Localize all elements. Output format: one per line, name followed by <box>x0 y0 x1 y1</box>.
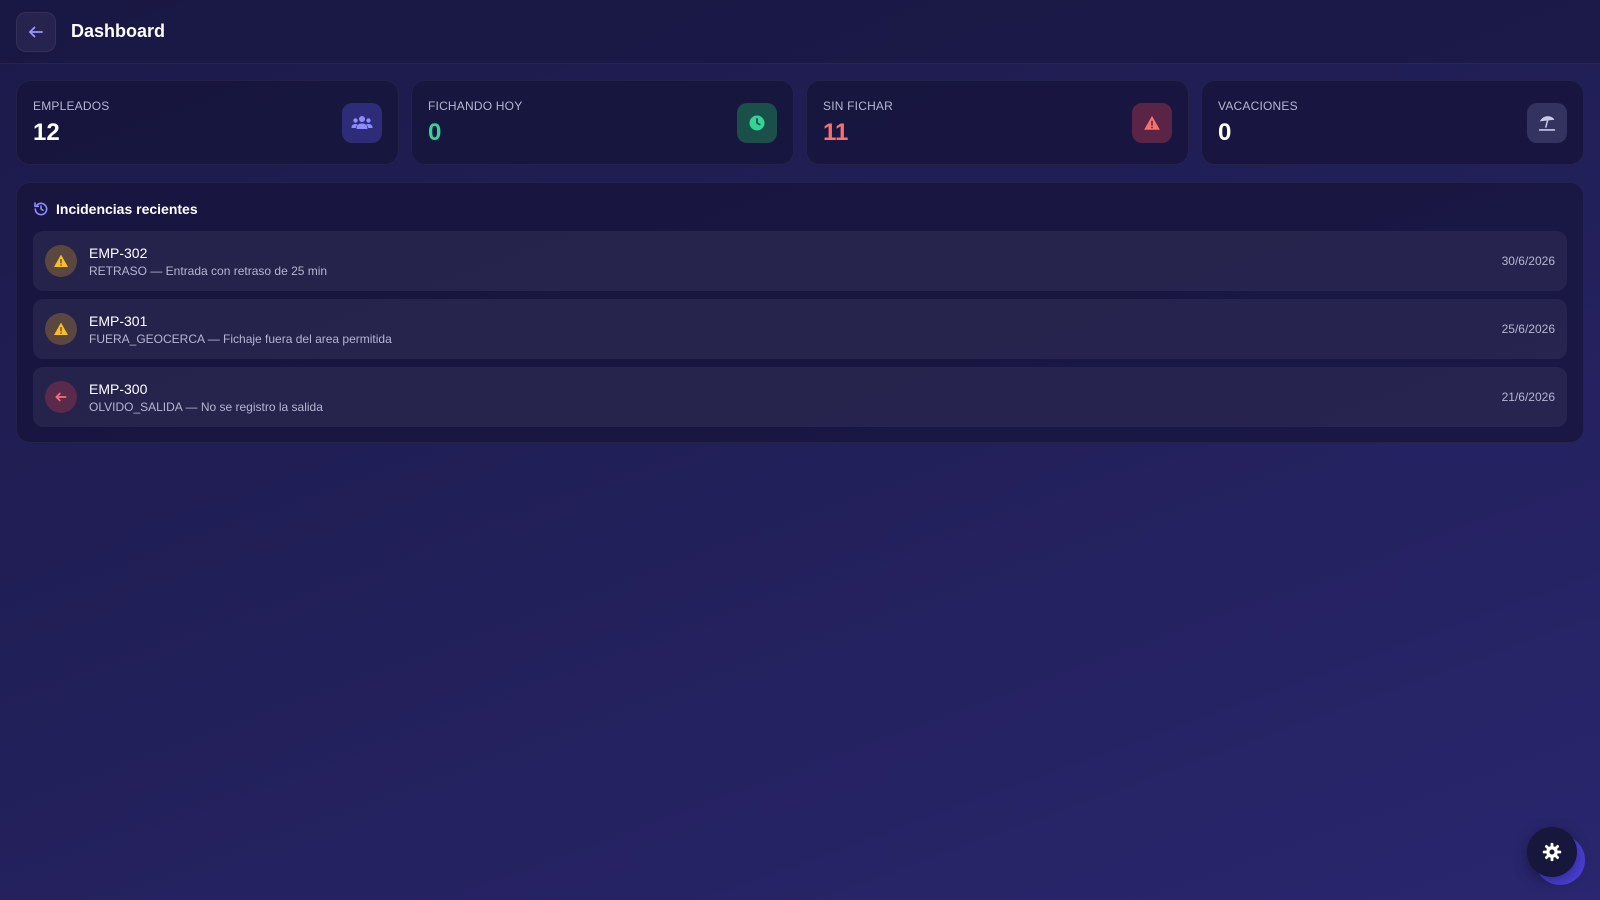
arrow-left-icon <box>45 381 77 413</box>
panel-title: Incidencias recientes <box>56 201 198 217</box>
stats-row: EMPLEADOS 12 FICHANDO HOY 0 SIN FICHAR 1… <box>16 80 1584 165</box>
settings-fab-container <box>1527 827 1587 887</box>
stat-label: VACACIONES <box>1218 99 1298 113</box>
stat-card-empleados: EMPLEADOS 12 <box>16 80 399 165</box>
back-button[interactable] <box>16 11 56 52</box>
stat-value: 0 <box>1218 119 1232 146</box>
stat-label: SIN FICHAR <box>823 99 894 113</box>
history-icon <box>34 202 48 216</box>
incidents-panel: Incidencias recientes EMP-302 RETRASO — … <box>16 182 1584 443</box>
stat-value: 12 <box>33 119 60 146</box>
stat-label: EMPLEADOS <box>33 99 110 113</box>
clock-icon <box>737 103 777 143</box>
incident-text: EMP-302 RETRASO — Entrada con retraso de… <box>89 245 327 278</box>
top-bar: Dashboard <box>0 0 1600 64</box>
warning-icon <box>1132 103 1172 143</box>
warning-icon <box>45 313 77 345</box>
panel-header: Incidencias recientes <box>33 199 1567 219</box>
users-icon <box>342 103 382 143</box>
stat-card-vacaciones: VACACIONES 0 <box>1201 80 1584 165</box>
stat-value: 11 <box>823 119 849 146</box>
incident-item[interactable]: EMP-301 FUERA_GEOCERCA — Fichaje fuera d… <box>33 299 1567 359</box>
umbrella-beach-icon <box>1527 103 1567 143</box>
stat-value: 0 <box>428 119 442 146</box>
incident-employee: EMP-300 <box>89 380 148 397</box>
incident-item[interactable]: EMP-302 RETRASO — Entrada con retraso de… <box>33 231 1567 291</box>
settings-button[interactable] <box>1527 827 1577 877</box>
incident-date: 25/6/2026 <box>1501 322 1555 336</box>
page-title: Dashboard <box>71 21 166 41</box>
incident-text: EMP-301 FUERA_GEOCERCA — Fichaje fuera d… <box>89 313 392 346</box>
incident-employee: EMP-301 <box>89 312 148 329</box>
incident-employee: EMP-302 <box>89 244 148 261</box>
stat-card-sin-fichar: SIN FICHAR 11 <box>806 80 1189 165</box>
incident-description: RETRASO — Entrada con retraso de 25 min <box>89 263 328 278</box>
warning-icon <box>45 245 77 277</box>
incident-description: OLVIDO_SALIDA — No se registro la salida <box>89 399 323 414</box>
incident-item[interactable]: EMP-300 OLVIDO_SALIDA — No se registro l… <box>33 367 1567 427</box>
arrow-left-icon <box>29 26 43 37</box>
incident-date: 30/6/2026 <box>1501 254 1555 268</box>
stat-card-fichando-hoy: FICHANDO HOY 0 <box>411 80 794 165</box>
incident-description: FUERA_GEOCERCA — Fichaje fuera del area … <box>89 331 392 346</box>
incident-text: EMP-300 OLVIDO_SALIDA — No se registro l… <box>89 381 323 414</box>
stat-label: FICHANDO HOY <box>428 99 523 113</box>
gear-icon <box>1542 842 1562 862</box>
incident-date: 21/6/2026 <box>1501 390 1555 404</box>
